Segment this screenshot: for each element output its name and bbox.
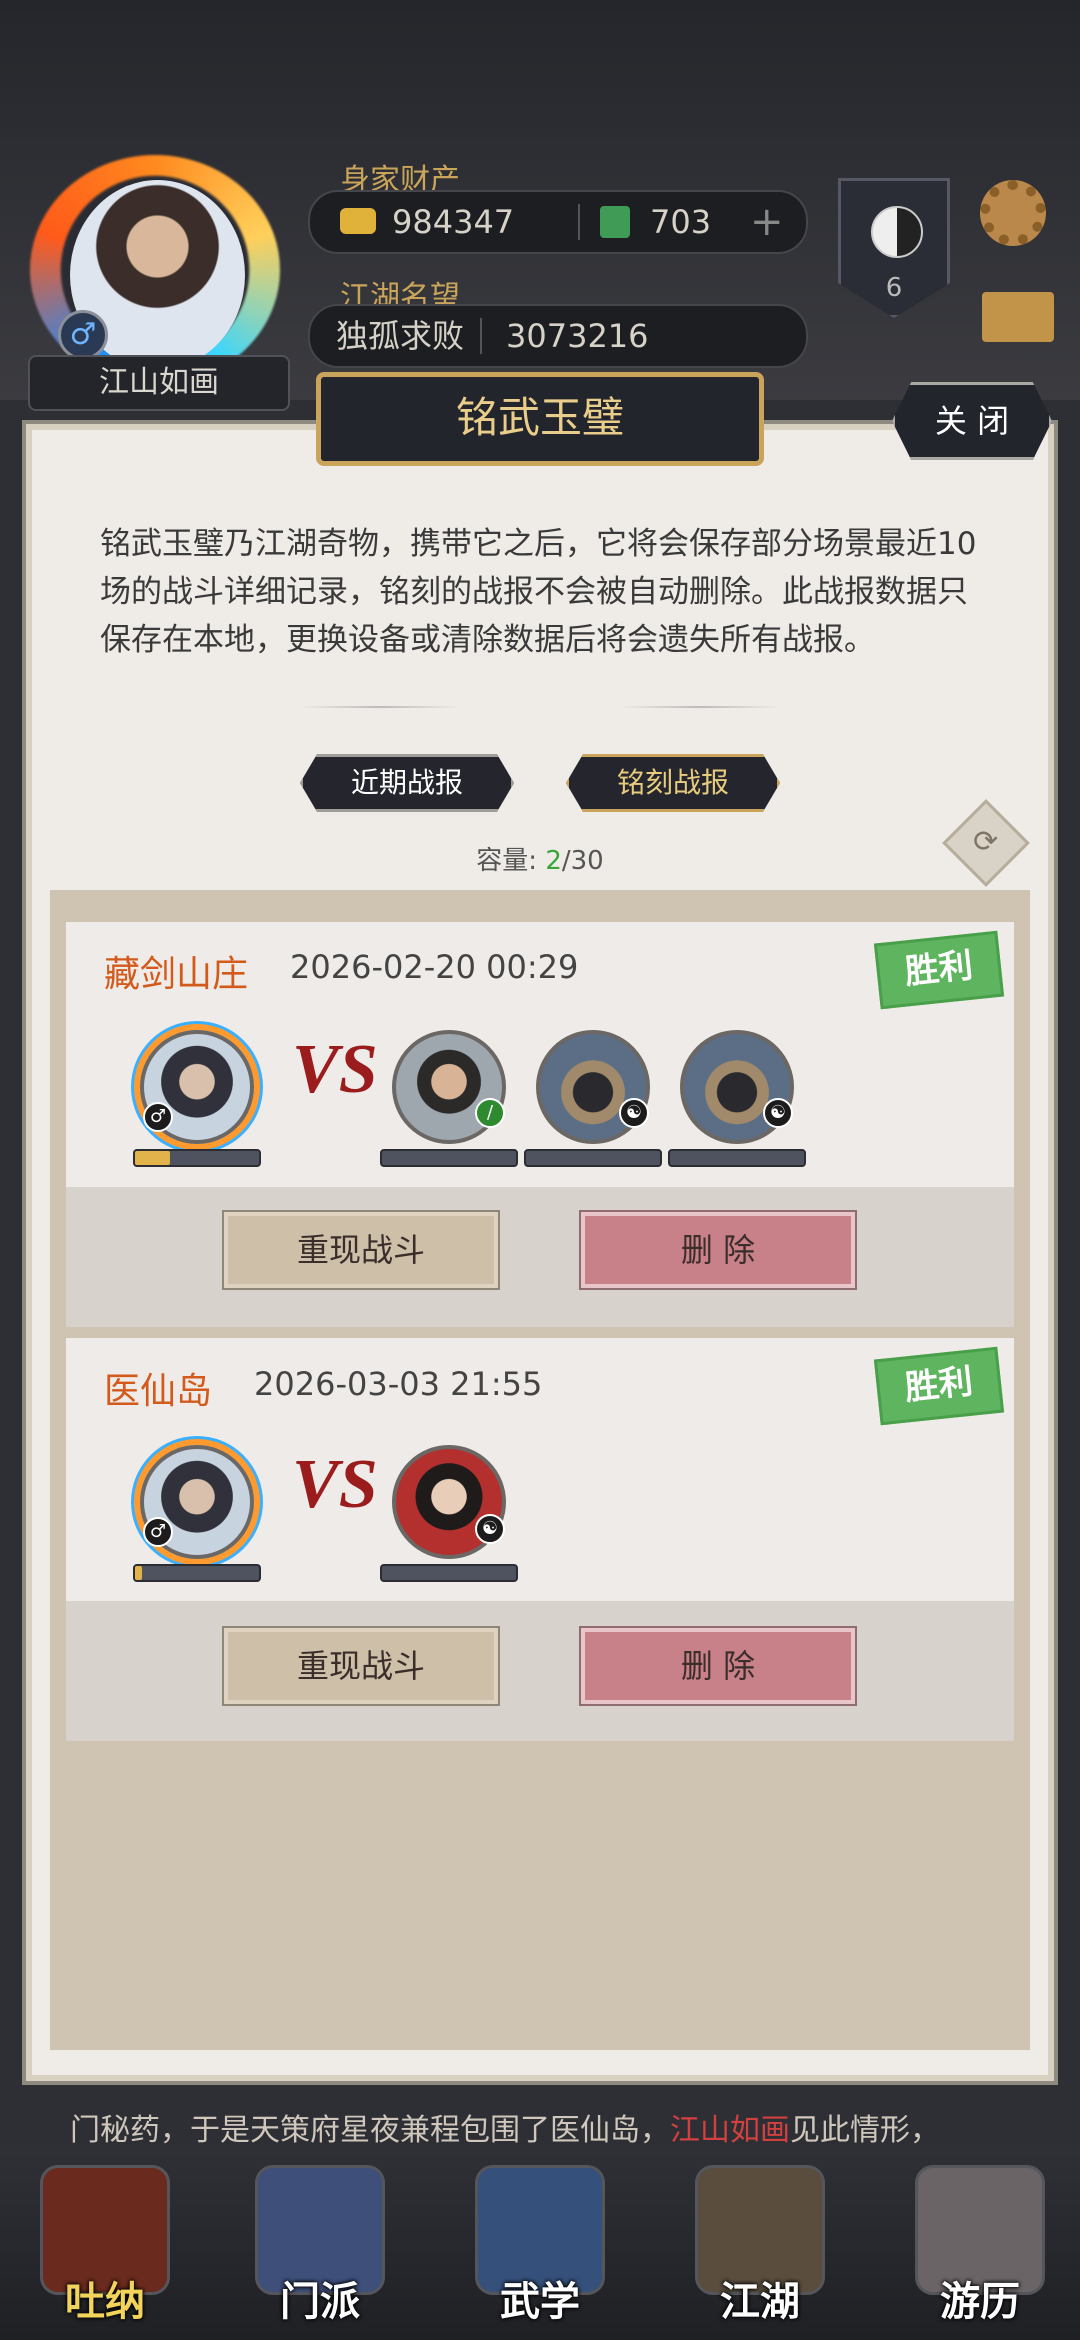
player-title: 独孤求败 [336,317,465,355]
story-player-name: 江山如画 [670,2113,790,2148]
capacity-total: /30 [561,846,604,876]
replay-button[interactable]: 重现战斗 [224,1628,498,1704]
divider [300,706,460,708]
victory-badge: 胜利 [873,1346,1005,1426]
player-hp-bar [133,1564,261,1582]
sword-icon: / [475,1098,505,1128]
nav-item-sect[interactable]: 门派 [250,2165,390,2325]
vs-label: VS [292,1446,378,1523]
divider [578,204,580,240]
mail-icon[interactable] [982,292,1054,342]
capacity-used: 2 [545,846,562,876]
gear-icon[interactable] [980,180,1046,246]
hp-fill [135,1151,170,1165]
record-location: 医仙岛 [104,1371,213,1412]
nav-item-jianghu[interactable]: 江湖 [690,2165,830,2325]
record-actions [66,1187,1014,1327]
enemy-hp-bar [380,1149,518,1167]
victory-badge: 胜利 [873,930,1005,1010]
delete-button[interactable]: 删 除 [581,1212,855,1288]
nav-label: 江湖 [720,2279,800,2325]
yinyang-icon: ☯ [619,1098,649,1128]
male-icon: ♂ [143,1102,173,1132]
nav-label: 门派 [280,2279,360,2325]
yinyang-icon: ☯ [475,1514,505,1544]
yinyang-icon: ☯ [763,1098,793,1128]
dialog-title: 铭武玉璧 [316,372,764,466]
record-location: 藏剑山庄 [104,954,249,995]
nav-label: 游历 [940,2279,1020,2325]
player-hp-bar [133,1149,261,1167]
record-datetime: 2026-03-03 21:55 [254,1365,543,1403]
record-datetime: 2026-02-20 00:29 [290,948,579,986]
add-currency-button[interactable]: + [750,192,784,252]
nav-label: 吐纳 [65,2279,145,2325]
player-name: 江山如画 [28,355,290,411]
enemy-hp-bar [380,1564,518,1582]
delete-button[interactable]: 删 除 [581,1628,855,1704]
divider [480,318,482,354]
male-icon: ♂ [143,1517,173,1547]
hp-fill [135,1566,143,1580]
jade-icon [600,206,630,238]
enemy-hp-bar [668,1149,806,1167]
tab-engraved-reports[interactable]: 铭刻战报 [566,754,780,812]
male-icon: ♂ [58,310,108,360]
tab-recent-reports[interactable]: 近期战报 [300,754,514,812]
enemy-hp-bar [524,1149,662,1167]
nav-item-breathing[interactable]: 吐纳 [35,2165,175,2325]
capacity-label: 容量: [476,846,538,876]
close-button[interactable]: 关 闭 [892,382,1052,460]
story-text-before: 门秘药，于是天策府星夜兼程包围了医仙岛， [70,2113,670,2148]
vs-label: VS [292,1031,378,1108]
nav-item-travel[interactable]: 游历 [910,2165,1050,2325]
jade-value: 703 [650,203,712,241]
gold-icon [340,208,376,234]
nav-item-martial-arts[interactable]: 武学 [470,2165,610,2325]
divider [620,706,780,708]
dialog-description: 铭武玉璧乃江湖奇物，携带它之后，它将会保存部分场景最近10场的战斗详细记录，铭刻… [100,526,977,658]
replay-button[interactable]: 重现战斗 [224,1212,498,1288]
yinyang-icon [871,206,923,258]
gold-value: 984347 [392,203,515,241]
record-actions [66,1601,1014,1741]
story-text-after: 见此情形， [790,2113,940,2148]
story-text: 门秘药，于是天策府星夜兼程包围了医仙岛，江山如画见此情形， [70,2105,1030,2149]
currency-bar: 984347 703 + [308,190,808,254]
nav-label: 武学 [500,2279,580,2325]
fame-value: 3073216 [506,317,649,355]
capacity-readout: 容量: 2/30 [0,840,1080,877]
fame-bar: 独孤求败 3073216 [308,304,808,368]
